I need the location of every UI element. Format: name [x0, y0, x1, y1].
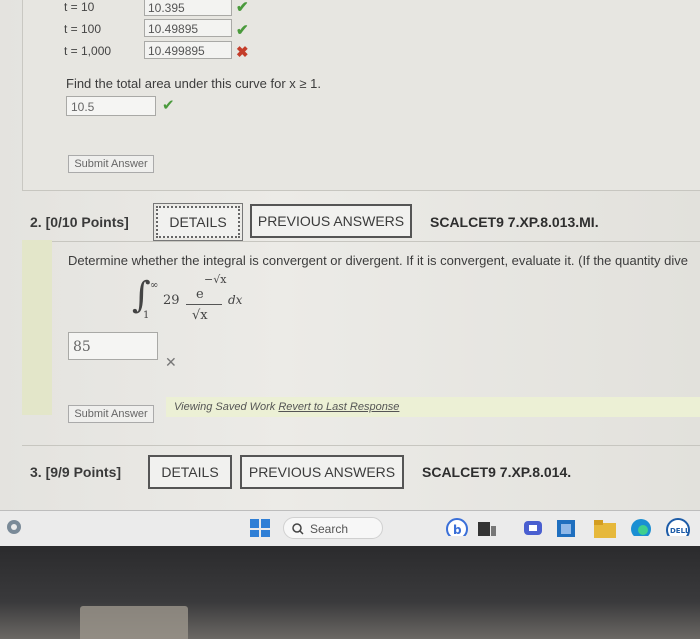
- denominator: √x: [192, 308, 208, 323]
- question-2-header: 2. [0/10 Points]: [30, 214, 129, 230]
- question-2-prompt: Determine whether the integral is conver…: [68, 253, 688, 268]
- search-label: Search: [310, 522, 349, 536]
- details-button[interactable]: DETAILS: [148, 455, 232, 489]
- previous-answers-button[interactable]: PREVIOUS ANSWERS: [250, 204, 412, 238]
- area-answer-field[interactable]: 10.5: [66, 96, 156, 116]
- viewing-saved-work-banner: Viewing Saved Work Revert to Last Respon…: [166, 397, 700, 417]
- check-icon: ✔: [236, 0, 249, 16]
- submit-answer-button[interactable]: Submit Answer: [68, 155, 154, 173]
- check-icon: ✔: [236, 22, 249, 39]
- chat-icon[interactable]: [523, 519, 543, 537]
- t-label: t = 100: [64, 22, 102, 36]
- divider: [22, 445, 700, 446]
- question-reference: SCALCET9 7.XP.8.013.MI.: [430, 214, 599, 230]
- webassign-page: t = 10 10.395 ✔ t = 100 10.49895 ✔ t = 1…: [0, 0, 700, 510]
- task-view-icon[interactable]: [478, 520, 496, 538]
- svg-text:DELL: DELL: [670, 527, 690, 535]
- numerator: e: [196, 287, 204, 302]
- previous-answers-button[interactable]: PREVIOUS ANSWERS: [240, 455, 404, 489]
- details-button[interactable]: DETAILS: [153, 203, 243, 241]
- taskbar-search[interactable]: Search: [283, 517, 383, 539]
- differential: dx: [228, 293, 243, 307]
- windows-start-icon[interactable]: [250, 519, 270, 537]
- widgets-icon[interactable]: [556, 519, 576, 537]
- revert-link[interactable]: Revert to Last Response: [278, 401, 399, 413]
- answer-field[interactable]: 10.49895: [144, 19, 232, 37]
- t-label: t = 1,000: [64, 44, 112, 58]
- lower-limit: 1: [143, 310, 150, 321]
- viewing-label: Viewing Saved Work: [174, 401, 276, 413]
- cross-icon: ✖: [236, 44, 249, 61]
- reflection: [80, 606, 188, 639]
- divider: [22, 190, 700, 191]
- answer-field[interactable]: 10.395: [144, 0, 232, 16]
- search-icon: [292, 523, 304, 535]
- cross-icon: ✕: [165, 354, 177, 370]
- bing-icon[interactable]: b: [446, 518, 468, 536]
- integral-sign: ∫: [132, 275, 151, 316]
- dell-icon[interactable]: DELL: [666, 518, 690, 536]
- answer-field[interactable]: 10.499895: [144, 41, 232, 59]
- upper-limit: ∞: [150, 280, 159, 291]
- numerator-exponent: −√x: [204, 273, 227, 286]
- t-label: t = 10: [64, 0, 95, 14]
- question-3-header: 3. [9/9 Points]: [30, 464, 122, 480]
- file-explorer-icon[interactable]: [594, 520, 616, 538]
- edge-icon[interactable]: [630, 518, 652, 536]
- divider: [52, 241, 700, 242]
- browser-icon[interactable]: [6, 519, 22, 537]
- submit-answer-button[interactable]: Submit Answer: [68, 405, 154, 423]
- area-question: Find the total area under this curve for…: [66, 76, 321, 91]
- question-reference: SCALCET9 7.XP.8.014.: [422, 464, 572, 480]
- windows-taskbar: Search b DELL: [0, 510, 700, 547]
- svg-text:b: b: [453, 523, 462, 536]
- question-2-margin: [22, 240, 52, 415]
- coefficient: 29: [163, 293, 180, 308]
- fraction-bar: [186, 304, 222, 305]
- check-icon: ✔: [162, 97, 175, 114]
- integral-answer-field[interactable]: 85: [68, 332, 158, 360]
